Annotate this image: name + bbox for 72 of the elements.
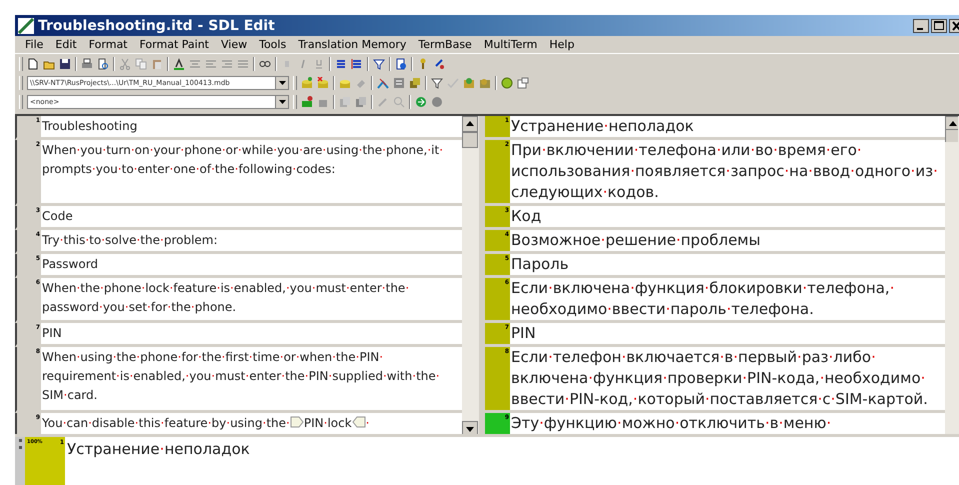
print-preview-icon[interactable] xyxy=(97,58,109,70)
target-segment[interactable]: Устранение·неполадок xyxy=(510,116,945,140)
filter-icon[interactable] xyxy=(373,58,385,70)
copy-icon[interactable] xyxy=(135,58,147,70)
indent-icon[interactable] xyxy=(335,58,347,70)
check-icon[interactable] xyxy=(447,77,459,89)
scroll-down-button[interactable] xyxy=(462,421,478,434)
scrollbar-thumb[interactable] xyxy=(945,129,958,142)
align-icon[interactable] xyxy=(205,58,217,70)
tag-close-icon xyxy=(352,416,366,428)
app-icon xyxy=(18,18,34,34)
source-segment[interactable]: Password xyxy=(41,254,462,278)
menu-item[interactable]: MultiTerm xyxy=(478,38,544,51)
target-segment[interactable]: Пароль xyxy=(510,254,945,278)
align-icon[interactable] xyxy=(189,58,201,70)
target-segment[interactable]: PIN xyxy=(510,323,945,347)
menu-item[interactable]: Tools xyxy=(253,38,292,51)
scroll-up-button[interactable] xyxy=(462,116,478,132)
menu-item[interactable]: Edit xyxy=(49,38,83,51)
target-segment[interactable]: При·включении·телефона·или·во·время·его·использования·появляется·запрос·на·ввод·одного·из·следующих·кодов. xyxy=(510,140,945,206)
dropdown-arrow-icon[interactable] xyxy=(278,81,286,85)
source-segment[interactable]: When·the·phone·lock·feature·is·enabled,·you·must·enter·the·password·you·set·for·the·phone. xyxy=(41,278,462,323)
menu-item[interactable]: Format Paint xyxy=(134,38,215,51)
new-file-icon[interactable] xyxy=(27,58,39,70)
scroll-up-button[interactable] xyxy=(945,116,958,129)
form-icon[interactable] xyxy=(393,77,405,89)
source-segment[interactable]: When·using·the·phone·for·the·first·time·or·when·the·PIN·requirement·is·enabled,·you·must·enter·the·PIN·supplied·with·the·SIM·card. xyxy=(41,347,462,413)
menu-item[interactable]: Translation Memory xyxy=(292,38,412,51)
source-segment[interactable]: PIN xyxy=(41,323,462,347)
source-segment[interactable]: Code xyxy=(41,206,462,230)
document-icon[interactable] xyxy=(395,58,407,70)
menu-item[interactable]: Format xyxy=(82,38,134,51)
source-segment[interactable]: Try·this·to·solve·the·problem: xyxy=(41,230,462,254)
outdent-icon[interactable] xyxy=(351,58,363,70)
menu-item[interactable]: TermBase xyxy=(412,38,478,51)
dropdown-arrow-icon[interactable] xyxy=(278,100,286,104)
grip-icon[interactable] xyxy=(18,439,22,449)
source-segment[interactable]: When·you·turn·on·your·phone·or·while·you·are·using·the·phone,·it·prompts·you·to·enter·one·of·the·following·codes: xyxy=(41,140,462,206)
ball-icon[interactable] xyxy=(501,77,513,89)
window-title: Troubleshooting.itd - SDL Edit xyxy=(38,18,276,34)
stack-icon[interactable] xyxy=(409,77,421,89)
menu-item[interactable]: File xyxy=(19,38,50,51)
tm-delete-icon[interactable] xyxy=(317,77,329,89)
window-icon[interactable] xyxy=(517,77,529,89)
align-icon[interactable] xyxy=(237,58,249,70)
target-segment[interactable]: Если·включена·функция·блокировки·телефона,·необходимо·ввести·пароль·телефона. xyxy=(510,278,945,323)
menu-item[interactable]: Help xyxy=(543,38,580,51)
menu-item[interactable]: View xyxy=(214,38,254,51)
tag-open-icon xyxy=(290,416,304,428)
term-icon[interactable] xyxy=(355,96,367,108)
funnel-icon[interactable] xyxy=(431,77,443,89)
target-segment[interactable]: Возможное·решение·проблемы xyxy=(510,230,945,254)
glasses-icon[interactable] xyxy=(259,58,271,70)
target-segment[interactable]: Код xyxy=(510,206,945,230)
arrow-circle-icon[interactable] xyxy=(415,96,427,108)
target-segment[interactable]: Эту·функцию·можно·отключить·в·меню· xyxy=(510,413,945,434)
cut-icon[interactable] xyxy=(119,58,131,70)
tm-open-icon[interactable] xyxy=(301,77,313,89)
maximize-button[interactable] xyxy=(931,18,947,32)
source-segment[interactable]: You·can·disable·this·feature·by·using·the· PIN·lock · xyxy=(41,413,462,434)
source-segment[interactable]: Troubleshooting xyxy=(41,116,462,140)
scrollbar-thumb[interactable] xyxy=(462,132,478,148)
paste-icon[interactable] xyxy=(151,58,163,70)
dot-icon[interactable] xyxy=(431,96,443,108)
printer-icon[interactable] xyxy=(81,58,93,70)
underline-icon[interactable] xyxy=(313,58,325,70)
text-color-icon[interactable] xyxy=(173,58,185,70)
save-icon[interactable] xyxy=(59,58,71,70)
target-segment[interactable]: Если·телефон·включается·в·первый·раз·либо·включена·функция·проверки·PIN-кода,·необходимо·ввести·PIN-код,·который·поставляется·с·SIM-картой. xyxy=(510,347,945,413)
minimize-button[interactable] xyxy=(913,18,929,32)
preview-text[interactable]: Устранение·неполадок xyxy=(65,437,250,485)
align-icon[interactable] xyxy=(221,58,233,70)
